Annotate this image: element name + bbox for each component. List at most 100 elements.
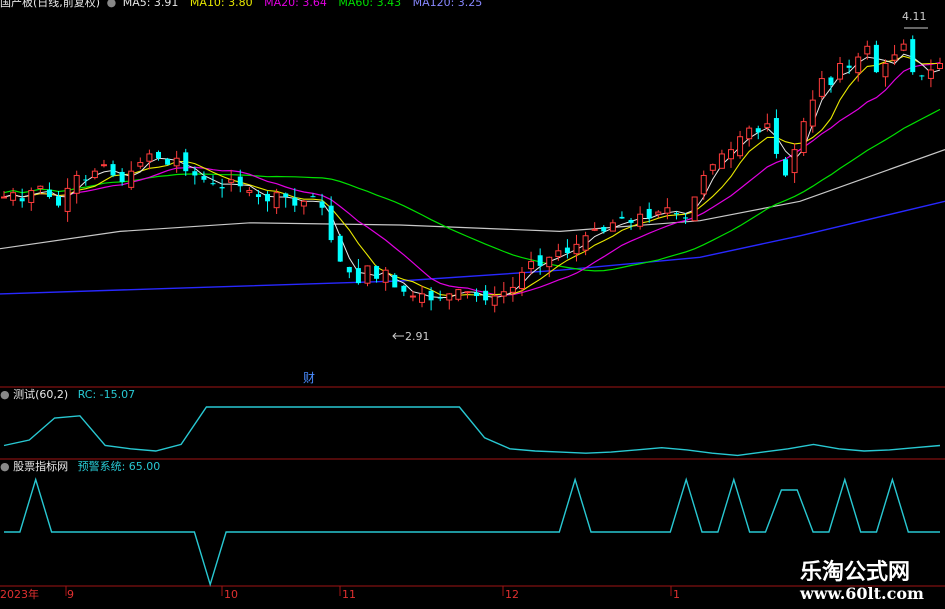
candle-body — [910, 39, 916, 73]
candle-body — [818, 78, 825, 97]
warning-value-label: 预警系统: 65.00 — [77, 460, 161, 473]
candle-body — [355, 268, 361, 284]
candle-body — [746, 127, 753, 140]
candle-body — [255, 194, 261, 197]
candle-body — [619, 216, 625, 219]
candle-body — [882, 63, 889, 78]
candle-body — [228, 179, 235, 183]
time-label: 2023年 — [0, 588, 39, 601]
candle-body — [173, 157, 180, 167]
candle-body — [310, 196, 316, 198]
candle-body — [855, 56, 862, 74]
time-label: 12 — [505, 588, 519, 601]
warning-panel-header: ● 股票指标网 预警系统: 65.00 — [0, 460, 160, 474]
candle-body — [873, 44, 879, 73]
rc-line — [3, 406, 941, 457]
financial-report-marker[interactable]: 财 — [303, 372, 315, 385]
ma10-line — [3, 55, 940, 297]
candle-body — [609, 222, 616, 232]
candle-body — [773, 118, 779, 154]
candle-body — [1, 196, 7, 199]
candle-body — [800, 121, 807, 154]
candle-body — [691, 196, 698, 222]
ma120-label: MA120: 3.25 — [412, 0, 483, 9]
low-price-label: 2.91 — [405, 330, 430, 343]
candle-body — [146, 153, 153, 162]
candle-body — [900, 43, 907, 51]
candle-body — [919, 75, 925, 77]
chart-stage — [0, 27, 945, 596]
candle-body — [237, 176, 243, 187]
candle-body — [464, 291, 471, 294]
ma10-label: MA10: 3.80 — [189, 0, 253, 9]
candle-body — [273, 192, 280, 209]
warning-panel-title: 股票指标网 — [13, 460, 69, 473]
candle-body — [219, 187, 225, 189]
dot-icon: ● — [0, 460, 10, 473]
candle-body — [283, 193, 289, 197]
candle-body — [546, 256, 553, 268]
candle-body — [428, 290, 434, 301]
candle-body — [83, 179, 89, 181]
candle-body — [537, 255, 543, 266]
candle-body — [700, 174, 707, 195]
candle-body — [683, 217, 689, 219]
high-price-label: 4.11 — [902, 10, 927, 23]
candle-body — [328, 205, 334, 241]
candle-body — [646, 208, 652, 219]
candle-body — [446, 293, 453, 301]
candle-body — [119, 171, 125, 182]
candle-body — [382, 269, 389, 283]
ma120-line — [0, 200, 945, 295]
candle-body — [192, 171, 198, 176]
candle-body — [210, 183, 216, 185]
candle-body — [637, 213, 644, 227]
candle-body — [392, 274, 398, 288]
candle-body — [891, 54, 898, 61]
main-panel-header: 国产板(日线,前复权) ● MA5: 3.91 MA10: 3.80 MA20:… — [0, 0, 482, 10]
candle-body — [100, 164, 107, 167]
candle-body — [555, 250, 562, 258]
candle-body — [509, 286, 516, 293]
candle-body — [201, 176, 207, 180]
bottom-axis-strip — [65, 586, 672, 596]
candle-body — [437, 297, 443, 299]
candle-body — [374, 266, 380, 279]
candle-body — [319, 201, 325, 208]
ma20-label: MA20: 3.64 — [264, 0, 327, 9]
candle-body — [591, 228, 598, 231]
candle-body — [582, 235, 589, 251]
candle-body — [718, 153, 725, 169]
candle-body — [110, 164, 116, 176]
time-label: 9 — [67, 588, 74, 601]
candlestick-series — [1, 35, 943, 313]
rc-panel-title: 测试(60,2) — [13, 388, 69, 401]
candle-body — [601, 227, 607, 232]
time-label: 10 — [224, 588, 238, 601]
rc-value-label: RC: -15.07 — [77, 388, 136, 401]
candle-body — [573, 243, 580, 255]
ma20-line — [3, 62, 941, 296]
candle-body — [828, 77, 834, 86]
candle-body — [10, 192, 17, 201]
candle-body — [292, 197, 298, 206]
candle-body — [755, 128, 761, 133]
candle-body — [300, 200, 307, 207]
candle-body — [564, 247, 570, 253]
candle-body — [155, 151, 161, 159]
candle-body — [764, 123, 771, 128]
candle-body — [337, 235, 343, 262]
candle-body — [655, 211, 662, 215]
candle-body — [183, 152, 189, 172]
candle-body — [937, 63, 943, 70]
candle-body — [409, 295, 416, 298]
candle-body — [628, 219, 634, 223]
candle-body — [500, 291, 507, 297]
ma5-line — [3, 53, 941, 299]
candle-body — [46, 189, 52, 197]
candle-body — [727, 149, 734, 160]
candle-body — [483, 290, 489, 301]
candle-body — [709, 164, 716, 171]
time-label: 11 — [342, 588, 356, 601]
candle-body — [518, 271, 525, 290]
